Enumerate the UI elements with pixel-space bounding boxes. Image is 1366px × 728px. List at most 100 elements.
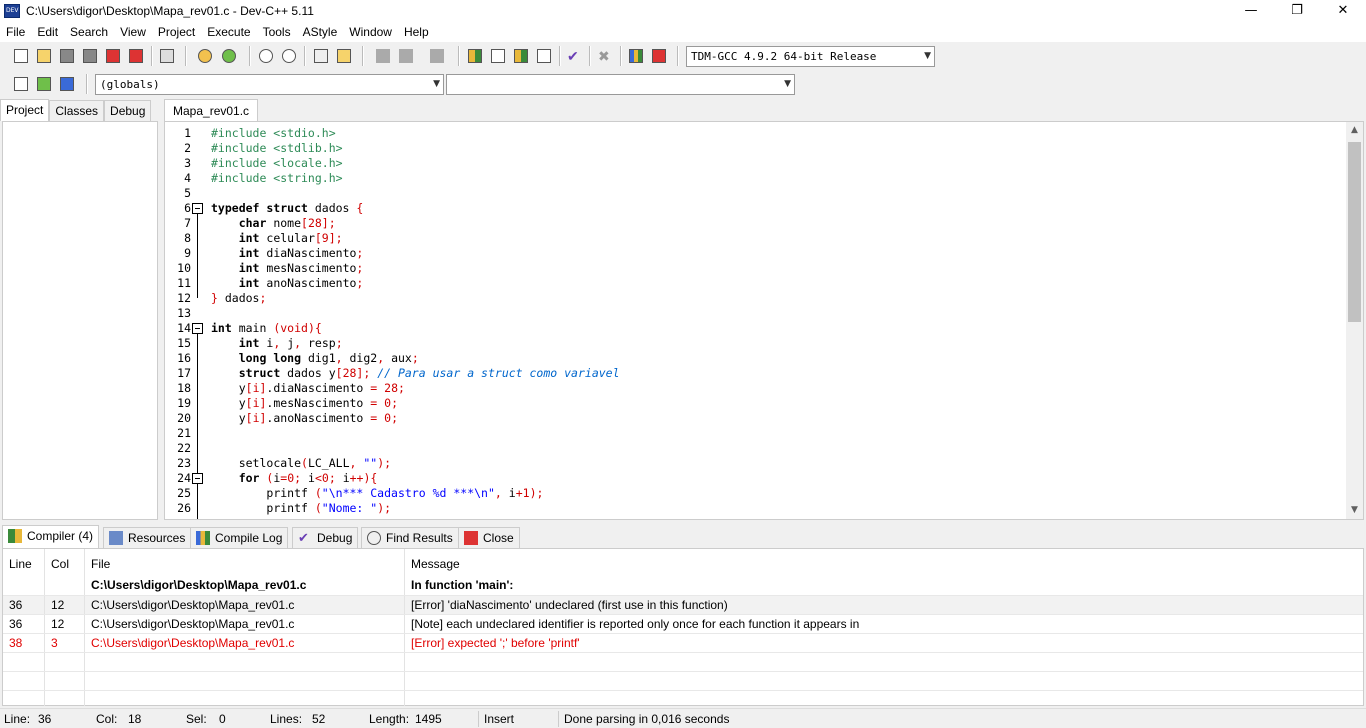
menu-file[interactable]: File bbox=[0, 22, 31, 42]
menu-edit[interactable]: Edit bbox=[31, 22, 64, 42]
forward-icon[interactable] bbox=[397, 47, 415, 65]
code-editor[interactable]: 1 #include <stdio.h> 2 #include <stdlib.h>… bbox=[164, 121, 1364, 520]
insert-icon[interactable] bbox=[12, 75, 30, 93]
menu-execute[interactable]: Execute bbox=[201, 22, 256, 42]
table-row[interactable]: 36 12 C:\Users\digor\Desktop\Mapa_rev01.… bbox=[3, 614, 1363, 634]
project-tree[interactable] bbox=[2, 121, 158, 520]
editor-vertical-scrollbar[interactable]: ▲ ▼ bbox=[1346, 122, 1363, 519]
tab-debug-output[interactable]: ✔ Debug bbox=[292, 527, 359, 548]
save-all-icon[interactable] bbox=[81, 47, 99, 65]
menu-window[interactable]: Window bbox=[343, 22, 398, 42]
goto-icon[interactable] bbox=[35, 75, 53, 93]
col-header-message[interactable]: Message bbox=[405, 549, 1363, 579]
rebuild-all-icon[interactable] bbox=[535, 47, 553, 65]
menu-tools[interactable]: Tools bbox=[257, 22, 297, 42]
scope-select[interactable]: (globals) ▼ bbox=[95, 74, 444, 95]
code-line: 21 bbox=[177, 426, 191, 440]
save-icon[interactable] bbox=[58, 47, 76, 65]
close-all-icon[interactable] bbox=[127, 47, 145, 65]
menu-search[interactable]: Search bbox=[64, 22, 114, 42]
back-icon[interactable] bbox=[374, 47, 392, 65]
window-title: C:\Users\digor\Desktop\Mapa_rev01.c - De… bbox=[26, 4, 314, 18]
status-col-value: 18 bbox=[128, 712, 142, 726]
menu-help[interactable]: Help bbox=[398, 22, 435, 42]
delete-profile-icon[interactable] bbox=[650, 47, 668, 65]
code-line: 1 #include <stdio.h> bbox=[184, 126, 336, 140]
code-line: 11 int anoNascimento; bbox=[177, 276, 364, 290]
stop-execution-icon[interactable]: ✖ bbox=[596, 47, 614, 65]
scroll-up-icon[interactable]: ▲ bbox=[1346, 122, 1363, 139]
tab-close[interactable]: Close bbox=[458, 527, 520, 548]
compiler-select-value: TDM-GCC 4.9.2 64-bit Release bbox=[691, 50, 877, 63]
profile-icon[interactable] bbox=[627, 47, 645, 65]
tab-find-results[interactable]: Find Results bbox=[361, 527, 459, 548]
project-panel: Project Classes Debug bbox=[0, 99, 160, 520]
menu-bar: File Edit Search View Project Execute To… bbox=[0, 22, 1366, 42]
col-header-col[interactable]: Col bbox=[45, 549, 85, 579]
status-sel-value: 0 bbox=[219, 712, 226, 726]
table-row[interactable]: 38 3 C:\Users\digor\Desktop\Mapa_rev01.c… bbox=[3, 633, 1363, 653]
scroll-down-icon[interactable]: ▼ bbox=[1346, 502, 1363, 519]
devcpp-app-icon bbox=[4, 4, 20, 18]
tab-compiler[interactable]: Compiler (4) bbox=[2, 525, 100, 548]
code-line: 3 #include <locale.h> bbox=[184, 156, 343, 170]
find-icon[interactable] bbox=[257, 47, 275, 65]
menu-astyle[interactable]: AStyle bbox=[297, 22, 344, 42]
table-row[interactable]: C:\Users\digor\Desktop\Mapa_rev01.c In f… bbox=[3, 576, 1363, 595]
code-line: 8 int celular[9]; bbox=[184, 231, 343, 245]
syntax-check-icon[interactable]: ✔ bbox=[565, 47, 583, 65]
minimize-button[interactable]: — bbox=[1228, 0, 1274, 22]
new-file-icon[interactable] bbox=[12, 47, 30, 65]
status-line-label: Line: bbox=[4, 712, 31, 726]
code-area[interactable]: 1 #include <stdio.h> 2 #include <stdlib.h>… bbox=[177, 126, 1341, 519]
code-line: 19 y[i].mesNascimento = 0; bbox=[177, 396, 399, 410]
code-line: 22 bbox=[177, 441, 191, 455]
tab-resources[interactable]: Resources bbox=[103, 527, 192, 548]
function-select[interactable]: ▼ bbox=[446, 74, 795, 95]
fold-toggle-icon[interactable] bbox=[192, 473, 203, 484]
scrollbar-thumb[interactable] bbox=[1348, 142, 1361, 322]
close-file-icon[interactable] bbox=[104, 47, 122, 65]
status-sel-label: Sel: bbox=[186, 712, 207, 726]
redo-icon[interactable] bbox=[220, 47, 238, 65]
status-lines-label: Lines: bbox=[270, 712, 303, 726]
print-icon[interactable] bbox=[158, 47, 176, 65]
compile-run-icon[interactable] bbox=[512, 47, 530, 65]
menu-view[interactable]: View bbox=[114, 22, 152, 42]
toggle-bookmark-icon[interactable] bbox=[58, 75, 76, 93]
resources-icon bbox=[109, 531, 123, 545]
run-icon[interactable] bbox=[489, 47, 507, 65]
col-header-line[interactable]: Line bbox=[3, 549, 45, 579]
menu-project[interactable]: Project bbox=[152, 22, 201, 42]
compiler-select[interactable]: TDM-GCC 4.9.2 64-bit Release ▼ bbox=[686, 46, 935, 67]
table-row bbox=[3, 671, 1363, 691]
table-row bbox=[3, 690, 1363, 706]
fold-toggle-icon[interactable] bbox=[192, 203, 203, 214]
compile-icon[interactable] bbox=[466, 47, 484, 65]
status-length-value: 1495 bbox=[415, 712, 442, 726]
code-line: 10 int mesNascimento; bbox=[177, 261, 364, 275]
chevron-down-icon: ▼ bbox=[924, 51, 931, 61]
indent-icon[interactable] bbox=[312, 47, 330, 65]
replace-icon[interactable] bbox=[280, 47, 298, 65]
col-header-file[interactable]: File bbox=[85, 549, 405, 579]
scope-select-value: (globals) bbox=[100, 78, 160, 91]
open-file-icon[interactable] bbox=[35, 47, 53, 65]
tab-compile-log[interactable]: Compile Log bbox=[190, 527, 289, 548]
code-line: 20 y[i].anoNascimento = 0; bbox=[177, 411, 399, 425]
restore-button[interactable]: ❐ bbox=[1274, 0, 1320, 22]
tab-project[interactable]: Project bbox=[0, 99, 50, 121]
unindent-icon[interactable] bbox=[335, 47, 353, 65]
tab-mapa-rev01[interactable]: Mapa_rev01.c bbox=[164, 99, 259, 121]
code-line: 16 long long dig1, dig2, aux; bbox=[177, 351, 419, 365]
search-icon bbox=[367, 531, 381, 545]
tab-classes[interactable]: Classes bbox=[49, 100, 105, 121]
bookmark-icon[interactable] bbox=[428, 47, 446, 65]
status-length-label: Length: bbox=[369, 712, 410, 726]
fold-toggle-icon[interactable] bbox=[192, 323, 203, 334]
tab-debug[interactable]: Debug bbox=[104, 100, 152, 121]
code-line: 14 int main (void){ bbox=[177, 321, 322, 335]
table-row[interactable]: 36 12 C:\Users\digor\Desktop\Mapa_rev01.… bbox=[3, 595, 1363, 615]
close-window-button[interactable]: ✕ bbox=[1320, 0, 1366, 22]
undo-icon[interactable] bbox=[196, 47, 214, 65]
